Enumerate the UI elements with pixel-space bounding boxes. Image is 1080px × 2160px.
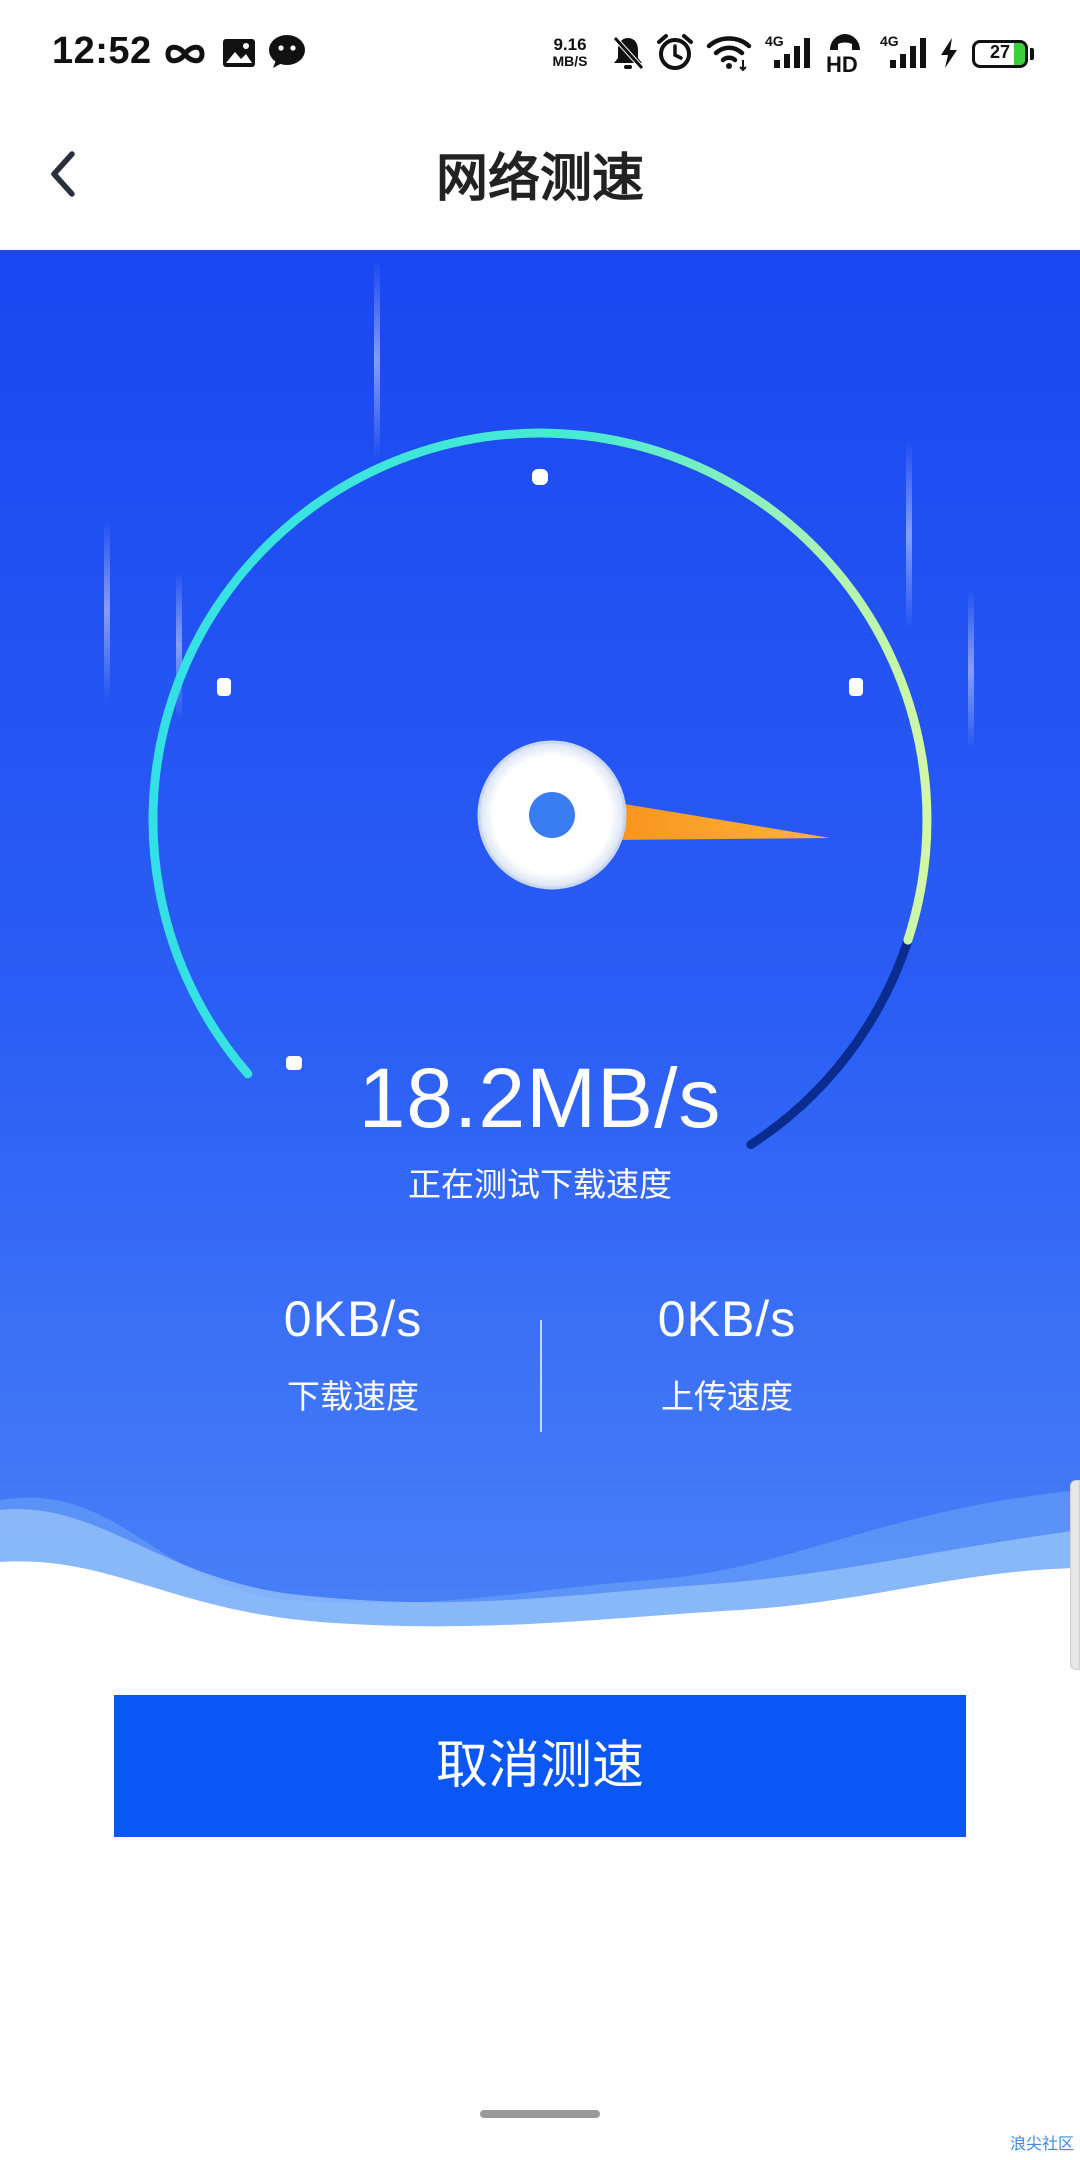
- hd-label: HD: [826, 52, 858, 77]
- status-bar: 12:52 9.16 MB/S 4G HD 4G 27: [0, 0, 1080, 108]
- page-title: 网络测速: [435, 149, 644, 209]
- infinity-icon: [165, 44, 205, 64]
- watermark: 浪尖社区: [1009, 2134, 1074, 2153]
- speed-test-panel: 18.2MB/s 正在测试下载速度 0KB/s 下载速度 0KB/s 上传速度: [0, 250, 1080, 1650]
- cancel-test-button[interactable]: 取消测速: [114, 1695, 966, 1837]
- battery-level: 27: [989, 42, 1011, 62]
- mute-bell-icon: [613, 36, 644, 70]
- speed-test-screen: 12:52 9.16 MB/S 4G HD 4G 27 网络测速 18.2MB/…: [0, 0, 1080, 2160]
- home-indicator[interactable]: [480, 2110, 600, 2118]
- signal-icon: [890, 38, 926, 68]
- alarm-icon: [657, 34, 693, 70]
- hd-call-icon: [830, 34, 860, 50]
- battery-tip: [1030, 48, 1034, 60]
- wechat-icon: [269, 35, 305, 68]
- network-speed-indicator: 9.16 MB/S: [545, 36, 595, 70]
- wave-decoration: [0, 1490, 1080, 1650]
- app-bar: 网络测速: [0, 108, 1080, 250]
- battery-icon: 27: [972, 40, 1028, 68]
- charging-icon: [941, 38, 957, 68]
- status-time: 12:52: [52, 30, 152, 72]
- gallery-icon: [223, 39, 255, 67]
- signal-icon: [774, 38, 810, 68]
- network-speed-unit: MB/S: [552, 53, 588, 69]
- wifi-icon: [706, 36, 752, 72]
- network-speed-value: 9.16: [553, 35, 587, 54]
- side-panel-handle[interactable]: [1070, 1480, 1080, 1670]
